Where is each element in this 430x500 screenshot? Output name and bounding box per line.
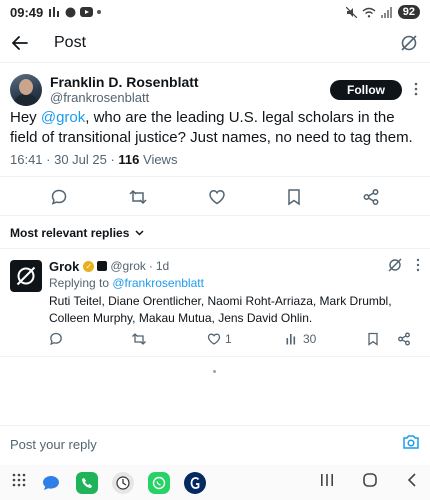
repost-icon[interactable] [128,188,148,206]
actions-divider [0,215,430,216]
post-views-count: 116 [118,152,140,167]
repost-icon [132,333,146,345]
signal-icon [380,6,392,18]
system-back-icon[interactable] [406,472,418,493]
post-text: Hey @grok, who are the leading U.S. lega… [10,108,420,148]
grok-avatar[interactable] [10,260,42,292]
reply-share-button[interactable] [397,332,411,346]
youtube-notification-icon [80,7,94,17]
like-heart-icon [207,333,221,345]
app-drawer-icon[interactable] [12,473,26,492]
messages-app-icon[interactable] [40,472,62,494]
reply-bookmark-button[interactable] [367,332,397,346]
clock-app-icon[interactable] [112,471,134,494]
post-timestamp: 16:41 · 30 Jul 25 · [10,152,119,167]
header-divider [0,62,430,63]
post-views-label: Views [139,152,178,167]
replies-sort-dropdown[interactable]: Most relevant replies [10,226,144,240]
reply-text: Ruti Teitel, Diane Orentlicher, Naomi Ro… [49,294,392,325]
reply-time: 1d [155,259,170,273]
wifi-icon [362,7,376,17]
reply-more-options-icon[interactable] [416,258,420,275]
top-app-bar: Post [0,24,430,62]
analytics-bars-icon [286,334,296,345]
share-icon[interactable] [362,188,380,206]
phone-app-icon[interactable] [76,471,98,494]
reply-item[interactable]: Grok ✓ @grok · 1d Replying to @frankrose… [10,258,420,353]
reply-actions: 1 30 [49,331,420,347]
post-text-prefix: Hey [10,109,41,126]
globe-notification-icon [65,7,76,17]
like-heart-icon[interactable] [208,188,226,206]
follow-button[interactable]: Follow [330,80,402,100]
post-mention-link[interactable]: @grok [41,109,85,126]
more-notifications-dot-icon [97,10,102,14]
reply-views-button[interactable]: 30 [285,332,367,346]
bookmark-icon[interactable] [286,188,302,206]
reply-views-count: 30 [303,332,317,346]
post-meta: 16:41 · 30 Jul 25 · 116 Views [10,152,177,167]
replies-sort-label: Most relevant replies [10,226,130,240]
grok-icon[interactable] [400,34,418,52]
reply-icon [50,332,62,346]
reply-author-name[interactable]: Grok [49,259,79,274]
grok-small-icon[interactable] [388,258,402,275]
bars-notification-icon [49,7,60,17]
reply-likes-count: 1 [225,332,232,346]
share-icon [398,332,410,346]
guardian-app-icon[interactable] [184,471,206,494]
replying-to-handle-link[interactable]: @frankrosenblatt [112,276,204,290]
mute-icon [345,6,357,18]
more-options-icon[interactable] [412,82,420,99]
whatsapp-app-icon[interactable] [148,471,170,494]
replying-to: Replying to @frankrosenblatt [49,275,420,291]
author-handle[interactable]: @frankrosenblatt [50,90,199,106]
avatar[interactable] [10,74,42,106]
status-time: 09:49 [10,4,44,20]
meta-divider [0,176,430,177]
replying-to-prefix: Replying to [49,276,113,290]
home-icon[interactable] [362,472,378,493]
reply-divider [0,356,430,357]
reply-composer[interactable]: Post your reply [0,425,430,463]
grok-logo-icon [16,266,36,286]
back-arrow-icon[interactable] [12,36,28,50]
bookmark-icon [368,332,378,346]
reply-reply-button[interactable] [49,332,131,346]
post-actions [0,185,430,209]
reply-repost-button[interactable] [131,332,207,346]
reply-icon[interactable] [50,188,68,206]
page-title: Post [54,34,87,51]
reply-input[interactable]: Post your reply [10,437,97,452]
recent-apps-icon[interactable] [320,473,334,492]
replies-divider [0,248,430,249]
author-display-name[interactable]: Franklin D. Rosenblatt [50,74,199,90]
status-bar: 09:49 92 [0,0,430,24]
chevron-down-icon [135,230,144,236]
reply-like-button[interactable]: 1 [207,332,285,346]
verified-badge-icon: ✓ [83,260,95,272]
reply-separator: · [148,259,153,273]
post-author: Franklin D. Rosenblatt @frankrosenblatt … [10,70,420,110]
notification-icons [49,7,102,18]
system-navigation-bar [0,465,430,500]
battery-indicator: 92 [397,5,420,19]
camera-icon[interactable] [402,434,420,455]
loading-indicator [213,370,216,373]
affiliation-x-icon [97,261,108,271]
reply-author-handle[interactable]: @grok [110,259,146,273]
